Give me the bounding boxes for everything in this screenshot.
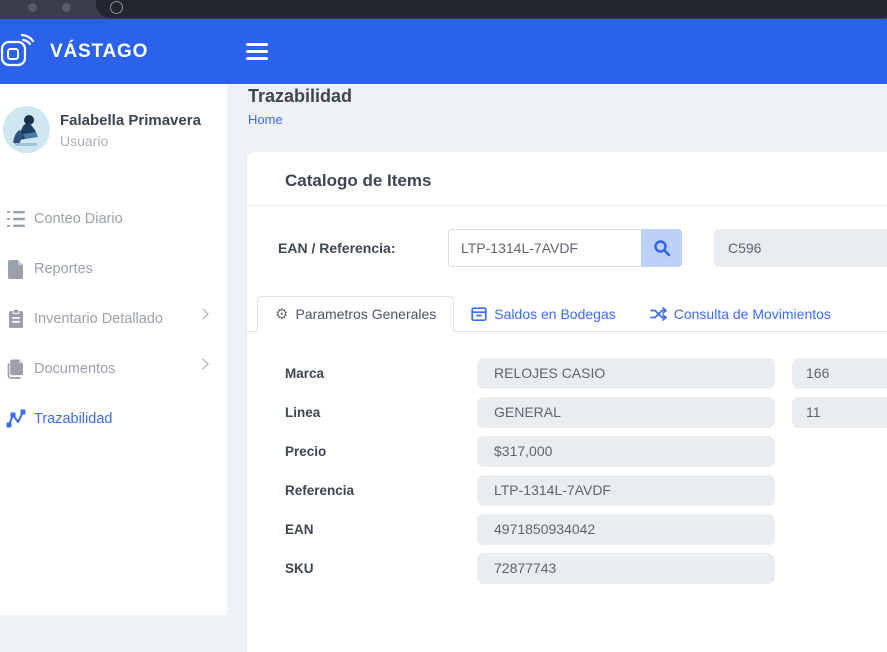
field-label: Precio	[285, 444, 439, 459]
linea-code-field: 11	[792, 397, 887, 428]
card-title: Catalogo de Items	[285, 171, 431, 190]
browser-extension-icon[interactable]	[28, 3, 37, 12]
catalog-card: Catalogo de Items EAN / Referencia: C596…	[247, 152, 887, 652]
search-icon	[653, 239, 671, 257]
avatar	[3, 106, 50, 153]
marca-code-field: 166	[792, 358, 887, 389]
form-row-precio: Precio $317,000	[247, 436, 887, 467]
content-area: Trazabilidad Home Catalogo de Items EAN …	[227, 84, 887, 615]
field-label: Referencia	[285, 483, 439, 498]
search-row: EAN / Referencia: C596	[247, 229, 887, 267]
sidebar-menu: Conteo Diario Reportes Inventario Detall…	[0, 194, 227, 444]
linea-field: GENERAL	[477, 397, 775, 428]
clipboard-icon	[5, 309, 27, 329]
brand[interactable]: VÁSTAGO	[0, 32, 148, 72]
sidebar-item-label: Reportes	[34, 261, 93, 277]
app-header: VÁSTAGO	[0, 19, 887, 84]
sidebar-item-label: Conteo Diario	[34, 211, 123, 227]
ean-referencia-input[interactable]	[448, 229, 641, 267]
sidebar-item-documentos[interactable]: Documentos	[0, 344, 227, 394]
ean-field: 4971850934042	[477, 514, 775, 545]
sidebar-item-label: Documentos	[34, 361, 115, 377]
breadcrumb[interactable]: Home	[248, 112, 283, 127]
chevron-right-icon	[197, 308, 208, 319]
tab-saldos-en-bodegas[interactable]: Saldos en Bodegas	[454, 297, 632, 331]
sidebar-item-label: Trazabilidad	[34, 411, 112, 427]
tabs: ⚙ Parametros Generales Saldos en Bodegas	[247, 297, 887, 332]
parametros-form: Marca RELOJES CASIO 166 Linea GENERAL 11…	[247, 358, 887, 592]
sku-field: 72877743	[477, 553, 775, 584]
user-role: Usuario	[60, 133, 227, 149]
sidebar-item-inventario-detallado[interactable]: Inventario Detallado	[0, 294, 227, 344]
card-header: Catalogo de Items	[247, 152, 887, 206]
documents-icon	[5, 359, 27, 379]
sidebar-item-label: Inventario Detallado	[34, 311, 163, 327]
tab-label: Consulta de Movimientos	[674, 306, 831, 322]
archive-icon	[471, 307, 487, 322]
marca-field: RELOJES CASIO	[477, 358, 775, 389]
tab-consulta-de-movimientos[interactable]: Consulta de Movimientos	[633, 297, 848, 331]
field-label: EAN	[285, 522, 439, 537]
browser-chrome: gallostoque.com/vastago/dist/vastago-fre…	[0, 0, 887, 19]
tab-parametros-generales[interactable]: ⚙ Parametros Generales	[257, 296, 454, 332]
form-row-sku: SKU 72877743	[247, 553, 887, 584]
form-row-ean: EAN 4971850934042	[247, 514, 887, 545]
sidebar: Falabella Primavera Usuario Conteo Diari…	[0, 84, 227, 615]
sidebar-item-conteo-diario[interactable]: Conteo Diario	[0, 194, 227, 244]
sidebar-item-trazabilidad[interactable]: Trazabilidad	[0, 394, 227, 444]
search-button[interactable]	[641, 229, 682, 267]
sidebar-item-reportes[interactable]: Reportes	[0, 244, 227, 294]
file-icon	[5, 259, 27, 279]
address-bar[interactable]: gallostoque.com/vastago/dist/vastago-fre…	[96, 0, 887, 18]
referencia-field: LTP-1314L-7AVDF	[477, 475, 775, 506]
search-label: EAN / Referencia:	[278, 240, 448, 256]
route-icon	[5, 409, 27, 429]
field-label: SKU	[285, 561, 439, 576]
hamburger-menu-icon[interactable]	[246, 43, 268, 60]
chevron-right-icon	[197, 358, 208, 369]
field-label: Marca	[285, 366, 439, 381]
tab-label: Saldos en Bodegas	[494, 306, 615, 322]
precio-field: $317,000	[477, 436, 775, 467]
shuffle-icon	[650, 307, 667, 321]
gear-icon: ⚙	[275, 307, 288, 322]
item-code-field: C596	[714, 229, 887, 267]
user-block[interactable]: Falabella Primavera Usuario	[0, 84, 227, 180]
field-label: Linea	[285, 405, 439, 420]
form-row-linea: Linea GENERAL 11	[247, 397, 887, 428]
tab-label: Parametros Generales	[295, 306, 436, 322]
rfid-logo-icon	[0, 32, 38, 72]
page-title: Trazabilidad	[248, 86, 352, 107]
numbered-list-icon	[5, 209, 27, 229]
form-row-marca: Marca RELOJES CASIO 166	[247, 358, 887, 389]
browser-profile-icon[interactable]	[62, 3, 71, 12]
site-info-icon[interactable]	[110, 1, 123, 14]
form-row-referencia: Referencia LTP-1314L-7AVDF	[247, 475, 887, 506]
user-name: Falabella Primavera	[60, 108, 227, 129]
brand-name: VÁSTAGO	[50, 41, 148, 63]
